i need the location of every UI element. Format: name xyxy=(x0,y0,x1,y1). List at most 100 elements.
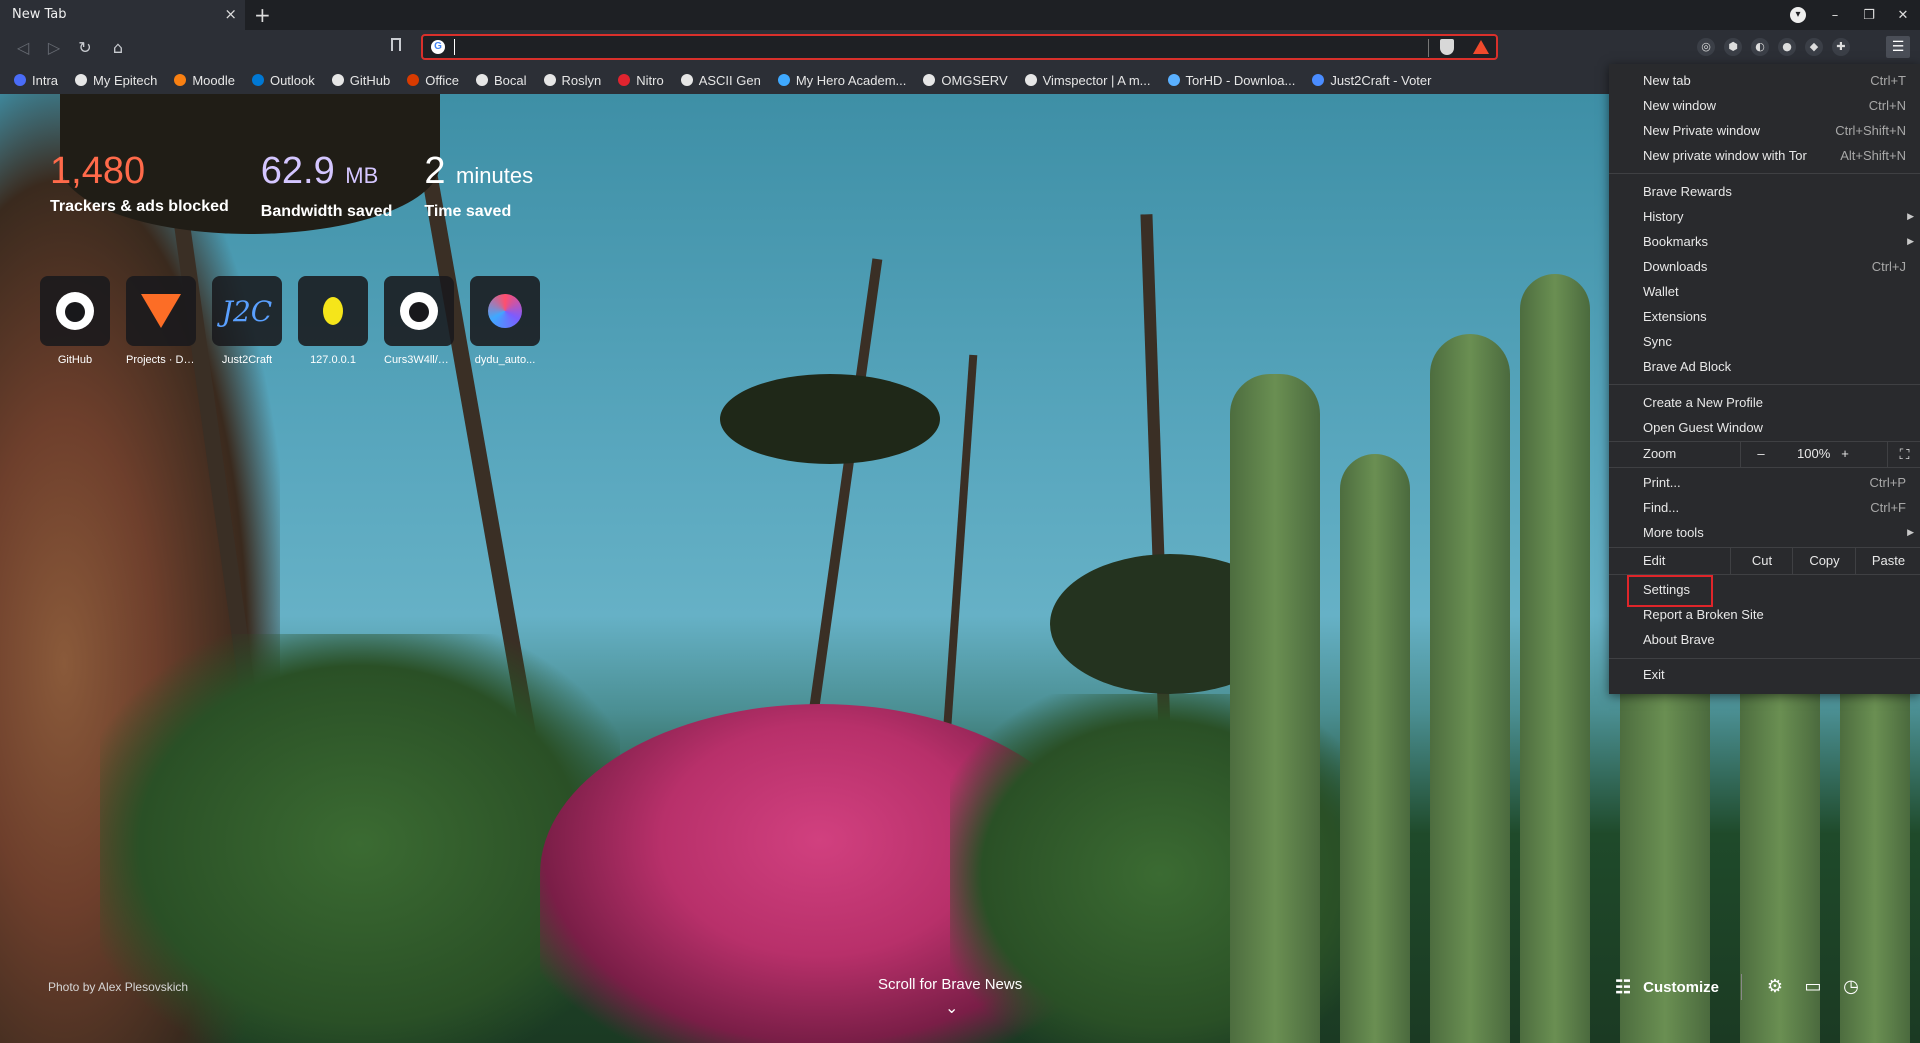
stat-time: 2 minutes Time saved xyxy=(424,150,533,221)
extensions-puzzle-icon[interactable]: ✚ xyxy=(1832,38,1850,56)
bookmark-bocal[interactable]: Bocal xyxy=(475,73,527,88)
bookmark-moodle[interactable]: Moodle xyxy=(174,73,235,88)
extension-1-icon[interactable]: ◎ xyxy=(1697,38,1715,56)
bookmark-label: My Hero Academ... xyxy=(795,72,907,88)
bookmark-vimspector[interactable]: Vimspector | A m... xyxy=(1024,73,1151,88)
menu-history[interactable]: History ▶ xyxy=(1609,204,1920,229)
bookmark-torhd[interactable]: TorHD - Downloa... xyxy=(1167,72,1296,88)
address-bar[interactable]: G xyxy=(421,34,1498,60)
bookmark-ascii-gen[interactable]: ASCII Gen xyxy=(680,72,761,88)
reload-icon[interactable]: ↻ xyxy=(74,37,96,59)
menu-find[interactable]: Find... Ctrl+F xyxy=(1609,495,1920,520)
bookmark-label: ASCII Gen xyxy=(698,72,761,88)
bookmark-label: GitHub xyxy=(349,72,391,88)
profile-icon[interactable]: ▾ xyxy=(1790,7,1806,23)
home-icon[interactable]: ⌂ xyxy=(107,37,129,59)
top-site-just2craft[interactable]: J2C Just2Craft xyxy=(212,276,282,366)
gitlab-icon xyxy=(141,294,181,328)
time-label: Time saved xyxy=(424,203,512,220)
copy-button[interactable]: Copy xyxy=(1792,548,1856,574)
menu-sync[interactable]: Sync xyxy=(1609,329,1920,354)
zoom-label: Zoom xyxy=(1643,446,1677,461)
menu-brave-rewards[interactable]: Brave Rewards xyxy=(1609,179,1920,204)
top-site-tile xyxy=(40,276,110,346)
menu-new-window[interactable]: New window Ctrl+N xyxy=(1609,93,1920,118)
github-icon xyxy=(400,292,438,330)
menu-label: New Private window xyxy=(1643,123,1761,138)
bookmark-my-hero-academia[interactable]: My Hero Academ... xyxy=(777,72,907,88)
bookmark-outlook[interactable]: Outlook xyxy=(251,73,315,88)
minimize-button[interactable]: – xyxy=(1818,8,1852,23)
menu-report-broken-site[interactable]: Report a Broken Site xyxy=(1609,602,1920,627)
menu-new-tor-window[interactable]: New private window with Tor Alt+Shift+N xyxy=(1609,143,1920,168)
extension-2-icon[interactable]: ⬢ xyxy=(1724,38,1742,56)
brave-rewards-icon[interactable] xyxy=(1473,40,1489,54)
menu-exit[interactable]: Exit xyxy=(1609,662,1920,687)
menu-guest-window[interactable]: Open Guest Window xyxy=(1609,415,1920,440)
new-tab-button[interactable]: + xyxy=(254,3,271,27)
bookmark-my-epitech[interactable]: My Epitech xyxy=(75,73,157,88)
bookmarks-icon[interactable]: ▭ xyxy=(1802,976,1824,998)
menu-bookmarks[interactable]: Bookmarks ▶ xyxy=(1609,229,1920,254)
chevron-down-icon[interactable]: ⌄ xyxy=(945,998,958,1017)
back-icon[interactable]: ◁ xyxy=(12,37,34,59)
bookmark-label: Roslyn xyxy=(561,72,602,88)
top-site-localhost[interactable]: 127.0.0.1 xyxy=(298,276,368,366)
globe-icon xyxy=(475,74,488,86)
extension-3-icon[interactable]: ◐ xyxy=(1751,38,1769,56)
bandwidth-value: 62.9 xyxy=(260,150,335,192)
restore-button[interactable]: ❐ xyxy=(1852,8,1886,23)
bookmark-just2craft[interactable]: Just2Craft - Voter xyxy=(1312,73,1431,88)
menu-settings[interactable]: Settings xyxy=(1609,577,1920,602)
photographer-link[interactable]: Alex Plesovskich xyxy=(98,980,188,994)
top-site-github[interactable]: GitHub xyxy=(40,276,110,366)
bookmark-nitro[interactable]: Nitro xyxy=(618,73,664,88)
settings-gear-icon[interactable]: ⚙ xyxy=(1764,976,1786,998)
menu-wallet[interactable]: Wallet xyxy=(1609,279,1920,304)
paste-button[interactable]: Paste xyxy=(1855,548,1920,574)
github-extension-icon[interactable]: ● xyxy=(1778,38,1796,56)
cut-button[interactable]: Cut xyxy=(1730,548,1793,574)
tab-new-tab[interactable]: New Tab × xyxy=(0,0,245,30)
bookmark-label: Just2Craft - Voter xyxy=(1330,72,1432,88)
customize-button[interactable]: ☷ Customize xyxy=(1615,977,1719,998)
menu-shortcut: Alt+Shift+N xyxy=(1840,148,1906,163)
zoom-in-button[interactable]: + xyxy=(1835,441,1855,467)
bookmark-roslyn[interactable]: Roslyn xyxy=(543,72,602,88)
zoom-out-button[interactable]: – xyxy=(1751,441,1771,467)
menu-brave-ad-block[interactable]: Brave Ad Block xyxy=(1609,354,1920,379)
menu-about-brave[interactable]: About Brave xyxy=(1609,627,1920,652)
brave-shields-icon[interactable] xyxy=(1440,39,1454,55)
menu-extensions[interactable]: Extensions xyxy=(1609,304,1920,329)
just2craft-icon: J2C xyxy=(221,294,273,328)
menu-print[interactable]: Print... Ctrl+P xyxy=(1609,470,1920,495)
tab-close-icon[interactable]: × xyxy=(224,5,237,23)
bookmark-label: TorHD - Downloa... xyxy=(1185,72,1296,88)
fullscreen-icon[interactable]: ⛶ xyxy=(1887,441,1920,467)
bookmark-office[interactable]: Office xyxy=(407,73,459,88)
bookmark-page-icon[interactable] xyxy=(391,38,401,51)
bookmark-intra[interactable]: Intra xyxy=(14,73,58,88)
forward-icon[interactable]: ▷ xyxy=(43,37,65,59)
scroll-for-news[interactable]: Scroll for Brave News xyxy=(878,976,1022,993)
cactus xyxy=(1430,334,1510,1043)
top-site-curs3w4ll[interactable]: Curs3W4ll/D... xyxy=(384,276,454,366)
omnibox-divider xyxy=(1428,39,1429,57)
history-icon[interactable]: ◷ xyxy=(1840,976,1862,998)
moodle-icon xyxy=(174,74,187,86)
top-site-tile: J2C xyxy=(212,276,282,346)
menu-new-tab[interactable]: New tab Ctrl+T xyxy=(1609,68,1920,93)
menu-downloads[interactable]: Downloads Ctrl+J xyxy=(1609,254,1920,279)
main-menu-button[interactable]: ☰ xyxy=(1886,36,1910,58)
menu-new-private-window[interactable]: New Private window Ctrl+Shift+N xyxy=(1609,118,1920,143)
extension-5-icon[interactable]: ◆ xyxy=(1805,38,1823,56)
bookmark-omgserv[interactable]: OMGSERV xyxy=(923,72,1008,88)
bookmark-github[interactable]: GitHub xyxy=(331,72,391,88)
menu-create-profile[interactable]: Create a New Profile xyxy=(1609,390,1920,415)
bookmark-label: OMGSERV xyxy=(941,72,1008,88)
address-input[interactable] xyxy=(451,38,1435,58)
top-site-gitlab-projects[interactable]: Projects · Da... xyxy=(126,276,196,366)
close-window-button[interactable]: ✕ xyxy=(1886,8,1920,23)
top-site-dydu[interactable]: dydu_auto... xyxy=(470,276,540,366)
menu-more-tools[interactable]: More tools ▶ xyxy=(1609,520,1920,545)
